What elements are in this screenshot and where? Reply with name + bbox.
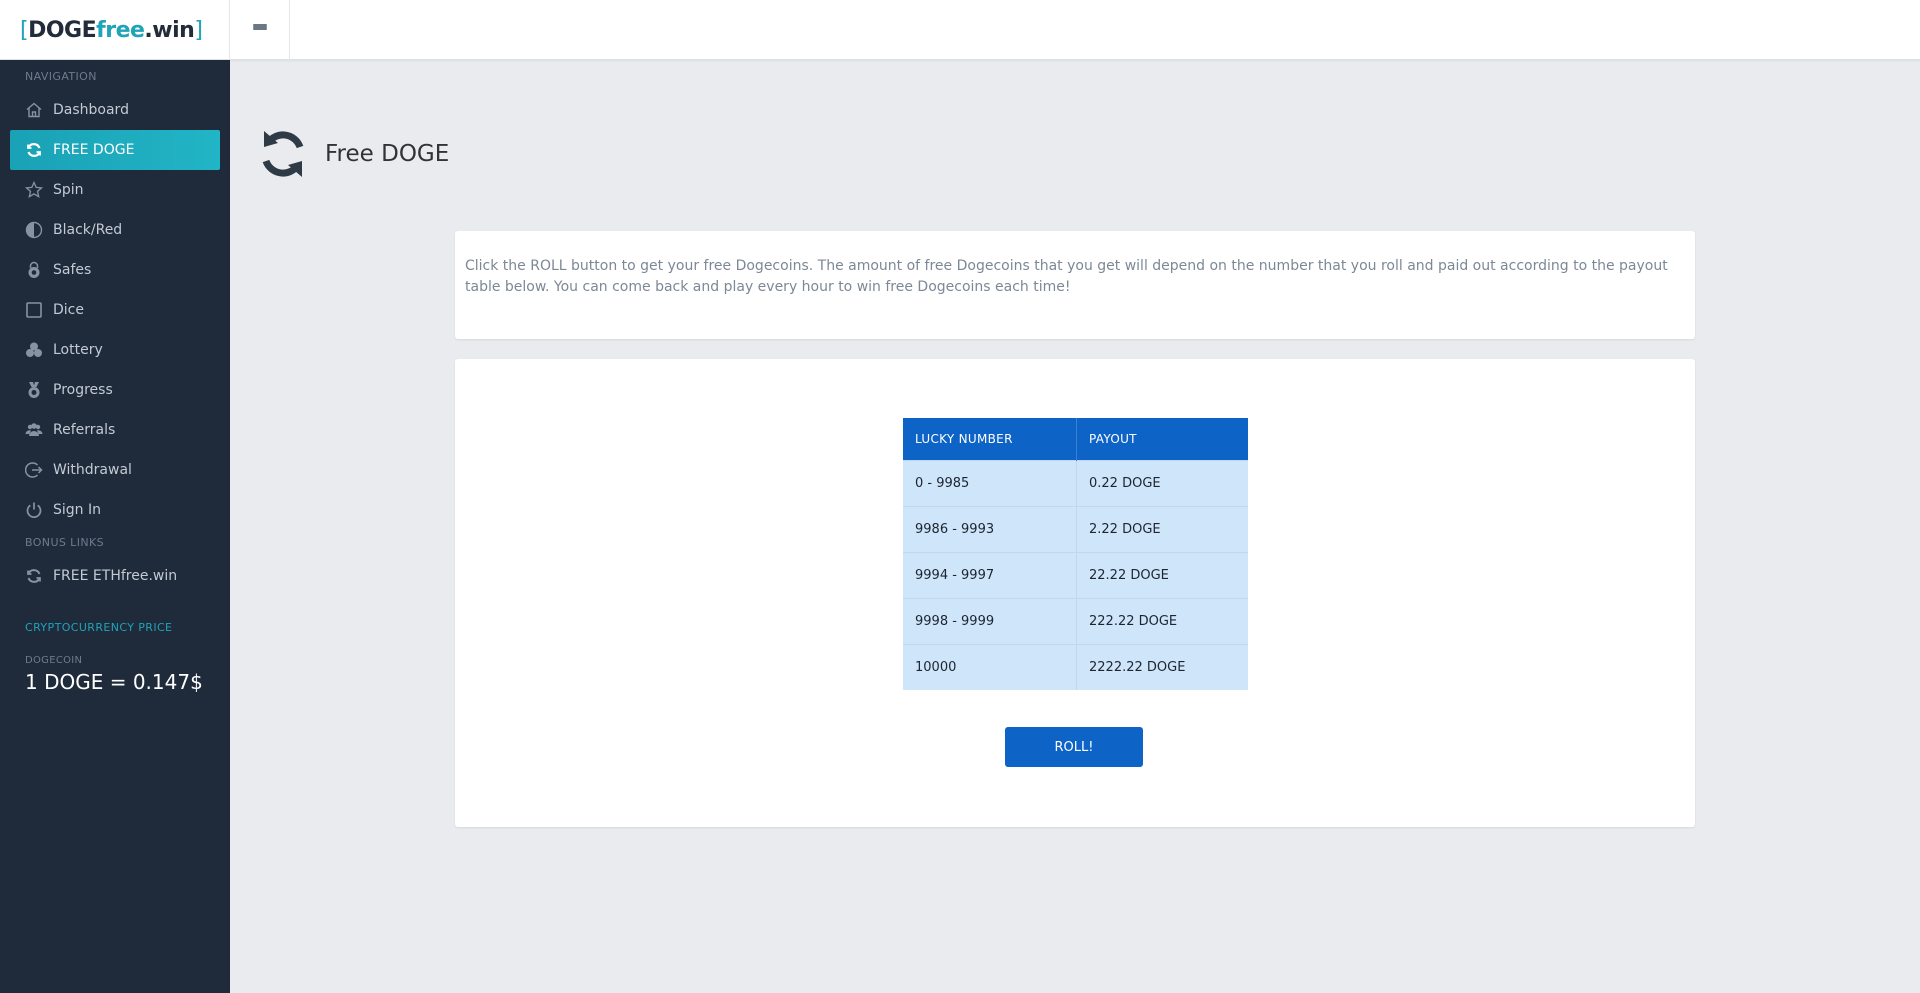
intro-text: Click the ROLL button to get your free D… [465, 258, 1668, 295]
sidebar-item-label: Referrals [53, 422, 116, 438]
power-icon [25, 501, 43, 519]
sidebar-item-free-eth[interactable]: FREE ETHfree.win [0, 556, 230, 596]
table-row: 9994 - 9997 22.22 DOGE [903, 551, 1248, 598]
roll-card: LUCKY NUMBER PAYOUT 0 - 9985 0.22 DOGE 9… [455, 359, 1695, 827]
payout-cell: 22.22 DOGE [1076, 551, 1248, 598]
sidebar-item-spin[interactable]: Spin [0, 170, 230, 210]
refresh-icon [258, 123, 308, 185]
sidebar: NAVIGATION Dashboard FREE DOGE Spin Blac… [0, 60, 230, 993]
lucky-number-cell: 10000 [903, 643, 1077, 690]
sidebar-item-withdrawal[interactable]: Withdrawal [0, 450, 230, 490]
sidebar-item-dice[interactable]: Dice [0, 290, 230, 330]
lucky-number-cell: 9998 - 9999 [903, 597, 1077, 644]
sidebar-item-label: Withdrawal [53, 462, 132, 478]
hamburger-icon [252, 24, 267, 36]
star-icon [25, 181, 43, 199]
sidebar-item-dashboard[interactable]: Dashboard [0, 90, 230, 130]
payout-cell: 222.22 DOGE [1076, 597, 1248, 644]
logo: [DOGEfree.win] [20, 17, 203, 43]
sidebar-item-label: Spin [53, 182, 84, 198]
table-header-row: LUCKY NUMBER PAYOUT [903, 418, 1248, 460]
lock-icon [25, 261, 43, 279]
page-title: Free DOGE [325, 141, 450, 167]
logo-link[interactable]: [DOGEfree.win] [0, 0, 230, 60]
price-value: 1 DOGE = 0.147$ [25, 670, 203, 694]
lucky-number-cell: 9994 - 9997 [903, 551, 1077, 598]
refresh-icon [25, 141, 43, 159]
sidebar-item-black-red[interactable]: Black/Red [0, 210, 230, 250]
sidebar-item-free-doge[interactable]: FREE DOGE [10, 130, 220, 170]
sidebar-item-label: FREE DOGE [53, 142, 135, 158]
lucky-number-cell: 0 - 9985 [903, 459, 1077, 506]
sidebar-item-label: Lottery [53, 342, 103, 358]
circles-icon [25, 341, 43, 359]
page-header: Free DOGE [258, 123, 449, 185]
sidebar-item-progress[interactable]: Progress [0, 370, 230, 410]
nav-heading: NAVIGATION [25, 70, 97, 83]
column-header: LUCKY NUMBER [903, 418, 1077, 460]
square-icon [25, 301, 43, 319]
sidebar-item-label: Dice [53, 302, 84, 318]
home-icon [25, 101, 43, 119]
table-row: 9998 - 9999 222.22 DOGE [903, 597, 1248, 644]
table-row: 9986 - 9993 2.22 DOGE [903, 505, 1248, 552]
medal-icon [25, 381, 43, 399]
payout-cell: 2222.22 DOGE [1076, 643, 1248, 690]
exit-icon [25, 461, 43, 479]
sidebar-item-label: Progress [53, 382, 113, 398]
sidebar-item-label: Safes [53, 262, 92, 278]
payout-table: LUCKY NUMBER PAYOUT 0 - 9985 0.22 DOGE 9… [903, 418, 1248, 690]
lucky-number-cell: 9986 - 9993 [903, 505, 1077, 552]
sidebar-item-label: Black/Red [53, 222, 123, 238]
sidebar-item-safes[interactable]: Safes [0, 250, 230, 290]
sidebar-item-label: Sign In [53, 502, 101, 518]
sidebar-item-label: Dashboard [53, 102, 129, 118]
half-circle-icon [25, 221, 43, 239]
users-icon [25, 421, 43, 439]
sidebar-item-label: FREE ETHfree.win [53, 568, 178, 584]
sidebar-item-lottery[interactable]: Lottery [0, 330, 230, 370]
menu-toggle-button[interactable] [230, 0, 290, 60]
roll-button[interactable]: ROLL! [1005, 727, 1143, 767]
price-label: DOGECOIN [25, 655, 83, 666]
refresh-icon [25, 567, 43, 585]
payout-cell: 0.22 DOGE [1076, 459, 1248, 506]
table-row: 0 - 9985 0.22 DOGE [903, 459, 1248, 506]
payout-cell: 2.22 DOGE [1076, 505, 1248, 552]
top-header: [DOGEfree.win] [0, 0, 1920, 60]
intro-card: Click the ROLL button to get your free D… [455, 231, 1695, 339]
column-header: PAYOUT [1076, 418, 1248, 460]
table-row: 10000 2222.22 DOGE [903, 643, 1248, 690]
sidebar-item-referrals[interactable]: Referrals [0, 410, 230, 450]
sidebar-item-sign-in[interactable]: Sign In [0, 490, 230, 530]
bonus-heading: BONUS LINKS [25, 536, 104, 549]
price-heading: CRYPTOCURRENCY PRICE [25, 621, 173, 634]
